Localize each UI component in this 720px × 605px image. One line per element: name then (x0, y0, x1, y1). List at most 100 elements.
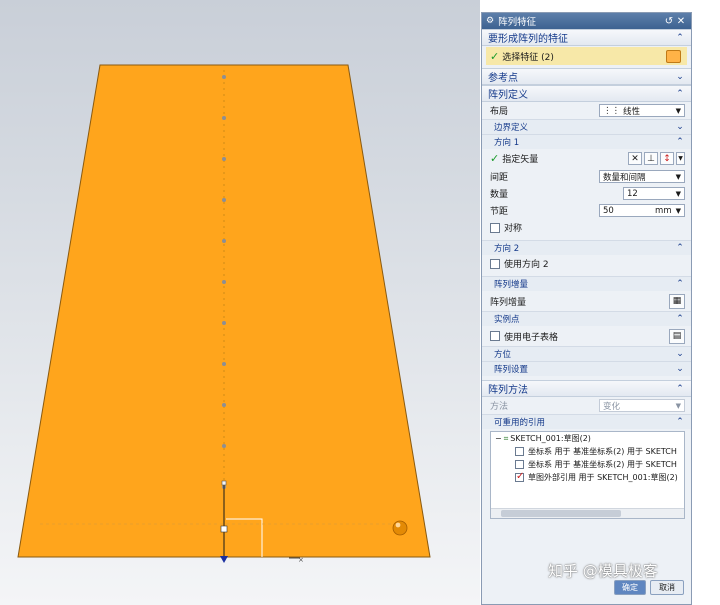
grid-dots-icon: ⋮⋮ (603, 105, 620, 116)
chevron-up-icon: ⌃ (676, 279, 684, 289)
dropdown-arrow-icon: ▼ (675, 106, 681, 115)
layout-select[interactable]: ⋮⋮ 线性 ▼ (599, 104, 685, 117)
scrollbar-thumb[interactable] (501, 510, 621, 517)
use-direction2-row[interactable]: 使用方向 2 (482, 255, 691, 272)
pitch-value: 50 (603, 205, 614, 216)
use-direction2-checkbox[interactable] (490, 258, 500, 269)
spreadsheet-row[interactable]: 使用电子表格 ▤ (482, 326, 691, 346)
select-feature-row[interactable]: ✓ 选择特征 (2) (486, 47, 687, 65)
boundary-label: 边界定义 (494, 123, 529, 133)
spacing-select[interactable]: 数量和间隔 ▼ (599, 170, 685, 183)
chevron-down-icon: ⌄ (676, 71, 684, 82)
section-reference-label: 参考点 (488, 73, 518, 84)
spreadsheet-checkbox[interactable] (490, 331, 500, 341)
tree-item[interactable]: 坐标系 用于 基准坐标系(2) 用于 SKETCH (491, 445, 684, 458)
chevron-down-icon: ⌄ (676, 364, 684, 374)
checkmark-icon: ✓ (490, 49, 500, 63)
section-definition-header[interactable]: 阵列定义 ⌃ (482, 85, 691, 102)
orientation-label: 方位 (494, 350, 512, 360)
dialog-titlebar[interactable]: ⚙ 阵列特征 ↺ ✕ (482, 13, 691, 29)
layout-row: 布局 ⋮⋮ 线性 ▼ (482, 102, 691, 119)
dropdown-arrow-icon: ▼ (675, 189, 681, 198)
collapse-icon[interactable]: − (495, 434, 502, 443)
spacing-value: 数量和间隔 (603, 172, 646, 183)
svg-text:×: × (298, 556, 304, 564)
reusable-header[interactable]: 可重用的引用 ⌃ (482, 414, 691, 429)
dialog-title: 阵列特征 (498, 17, 537, 28)
increment-header[interactable]: 阵列增量 ⌃ (482, 276, 691, 291)
tree-item-checkbox[interactable] (515, 447, 524, 456)
specify-vector-label: 指定矢量 (502, 155, 539, 165)
count-input[interactable]: 12 ▼ (623, 187, 685, 200)
symmetric-checkbox[interactable] (490, 222, 500, 233)
vector-handle-sphere (392, 520, 408, 536)
section-reference-header[interactable]: 参考点 ⌄ (482, 68, 691, 85)
direction2-header[interactable]: 方向 2 ⌃ (482, 240, 691, 255)
tree-horizontal-scrollbar[interactable] (491, 508, 684, 518)
vector-options-icon[interactable]: ▼ (676, 152, 685, 165)
direction1-label: 方向 1 (494, 138, 520, 148)
method-select[interactable]: 变化 ▼ (599, 399, 685, 412)
cancel-label: 取消 (659, 583, 675, 592)
vector-dialog-icon[interactable]: ⊥ (644, 152, 658, 165)
count-label: 数量 (490, 190, 509, 200)
feature-select-icon[interactable] (666, 49, 681, 63)
ok-button[interactable]: 确定 (614, 580, 646, 595)
chevron-up-icon: ⌃ (676, 243, 684, 253)
direction2-label: 方向 2 (494, 244, 520, 254)
reset-icon[interactable]: ↺ (663, 16, 675, 27)
select-feature-label: 选择特征 (2) (502, 52, 554, 63)
symmetric-row[interactable]: 对称 (482, 219, 691, 236)
symmetric-label: 对称 (504, 224, 523, 234)
tree-root[interactable]: − ⌗ SKETCH_001:草图(2) (491, 432, 684, 445)
cancel-button[interactable]: 取消 (650, 580, 684, 595)
checkmark-icon: ✓ (490, 152, 500, 165)
boundary-header[interactable]: 边界定义 ⌄ (482, 119, 691, 134)
ok-label: 确定 (622, 583, 638, 592)
pitch-input[interactable]: 50 mm ▼ (599, 204, 685, 217)
chevron-up-icon: ⌃ (676, 383, 684, 394)
pitch-row: 节距 50 mm ▼ (482, 202, 691, 219)
section-features-header[interactable]: 要形成阵列的特征 ⌃ (482, 29, 691, 46)
tree-item-label: 坐标系 用于 基准坐标系(2) 用于 SKETCH (528, 447, 677, 456)
section-method-header[interactable]: 阵列方法 ⌃ (482, 380, 691, 397)
dropdown-arrow-icon: ▼ (675, 206, 681, 215)
instance-header[interactable]: 实例点 ⌃ (482, 311, 691, 326)
reusable-label: 可重用的引用 (494, 418, 546, 428)
use-direction2-label: 使用方向 2 (504, 260, 549, 270)
spreadsheet-icon[interactable]: ▤ (669, 328, 685, 344)
gear-icon: ⚙ (486, 16, 495, 26)
increment-row: 阵列增量 ▦ (482, 291, 691, 311)
tree-item-label: 草图外部引用 用于 SKETCH_001:草图(2) (528, 473, 678, 482)
pattern-feature-dialog: ⚙ 阵列特征 ↺ ✕ 要形成阵列的特征 ⌃ ✓ 选择特征 (2) 参考点 ⌄ 阵… (481, 12, 692, 605)
tree-item[interactable]: 坐标系 用于 基准坐标系(2) 用于 SKETCH (491, 458, 684, 471)
increment-table-icon[interactable]: ▦ (669, 293, 685, 309)
tree-item-checkbox[interactable] (515, 460, 524, 469)
layout-value: 线性 (623, 106, 641, 117)
reference-tree[interactable]: − ⌗ SKETCH_001:草图(2) 坐标系 用于 基准坐标系(2) 用于 … (490, 431, 685, 519)
spreadsheet-label: 使用电子表格 (504, 332, 559, 343)
chevron-up-icon: ⌃ (676, 137, 684, 147)
direction1-header[interactable]: 方向 1 ⌃ (482, 134, 691, 149)
chevron-up-icon: ⌃ (676, 88, 684, 99)
tree-item-checkbox[interactable] (515, 471, 524, 482)
count-value: 12 (627, 188, 638, 199)
increment-head-label: 阵列增量 (494, 280, 529, 290)
method-label: 方法 (490, 402, 509, 412)
close-icon[interactable]: ✕ (675, 16, 687, 27)
orientation-header[interactable]: 方位 ⌄ (482, 346, 691, 361)
graphics-viewport[interactable]: × (0, 0, 480, 605)
tree-root-label: SKETCH_001:草图(2) (510, 434, 591, 443)
settings-header[interactable]: 阵列设置 ⌄ (482, 361, 691, 376)
tree-item-label: 坐标系 用于 基准坐标系(2) 用于 SKETCH (528, 460, 677, 469)
reverse-direction-icon[interactable]: ↕ (660, 152, 674, 165)
settings-label: 阵列设置 (494, 365, 529, 375)
model-canvas[interactable]: × (0, 0, 480, 605)
chevron-down-icon: ⌄ (676, 349, 684, 359)
sketch-icon: ⌗ (503, 433, 509, 443)
section-features-label: 要形成阵列的特征 (488, 34, 568, 45)
pitch-label: 节距 (490, 207, 509, 217)
vector-cancel-icon[interactable]: ✕ (628, 152, 642, 165)
tree-item[interactable]: 草图外部引用 用于 SKETCH_001:草图(2) (491, 471, 684, 484)
chevron-up-icon: ⌃ (676, 314, 684, 324)
